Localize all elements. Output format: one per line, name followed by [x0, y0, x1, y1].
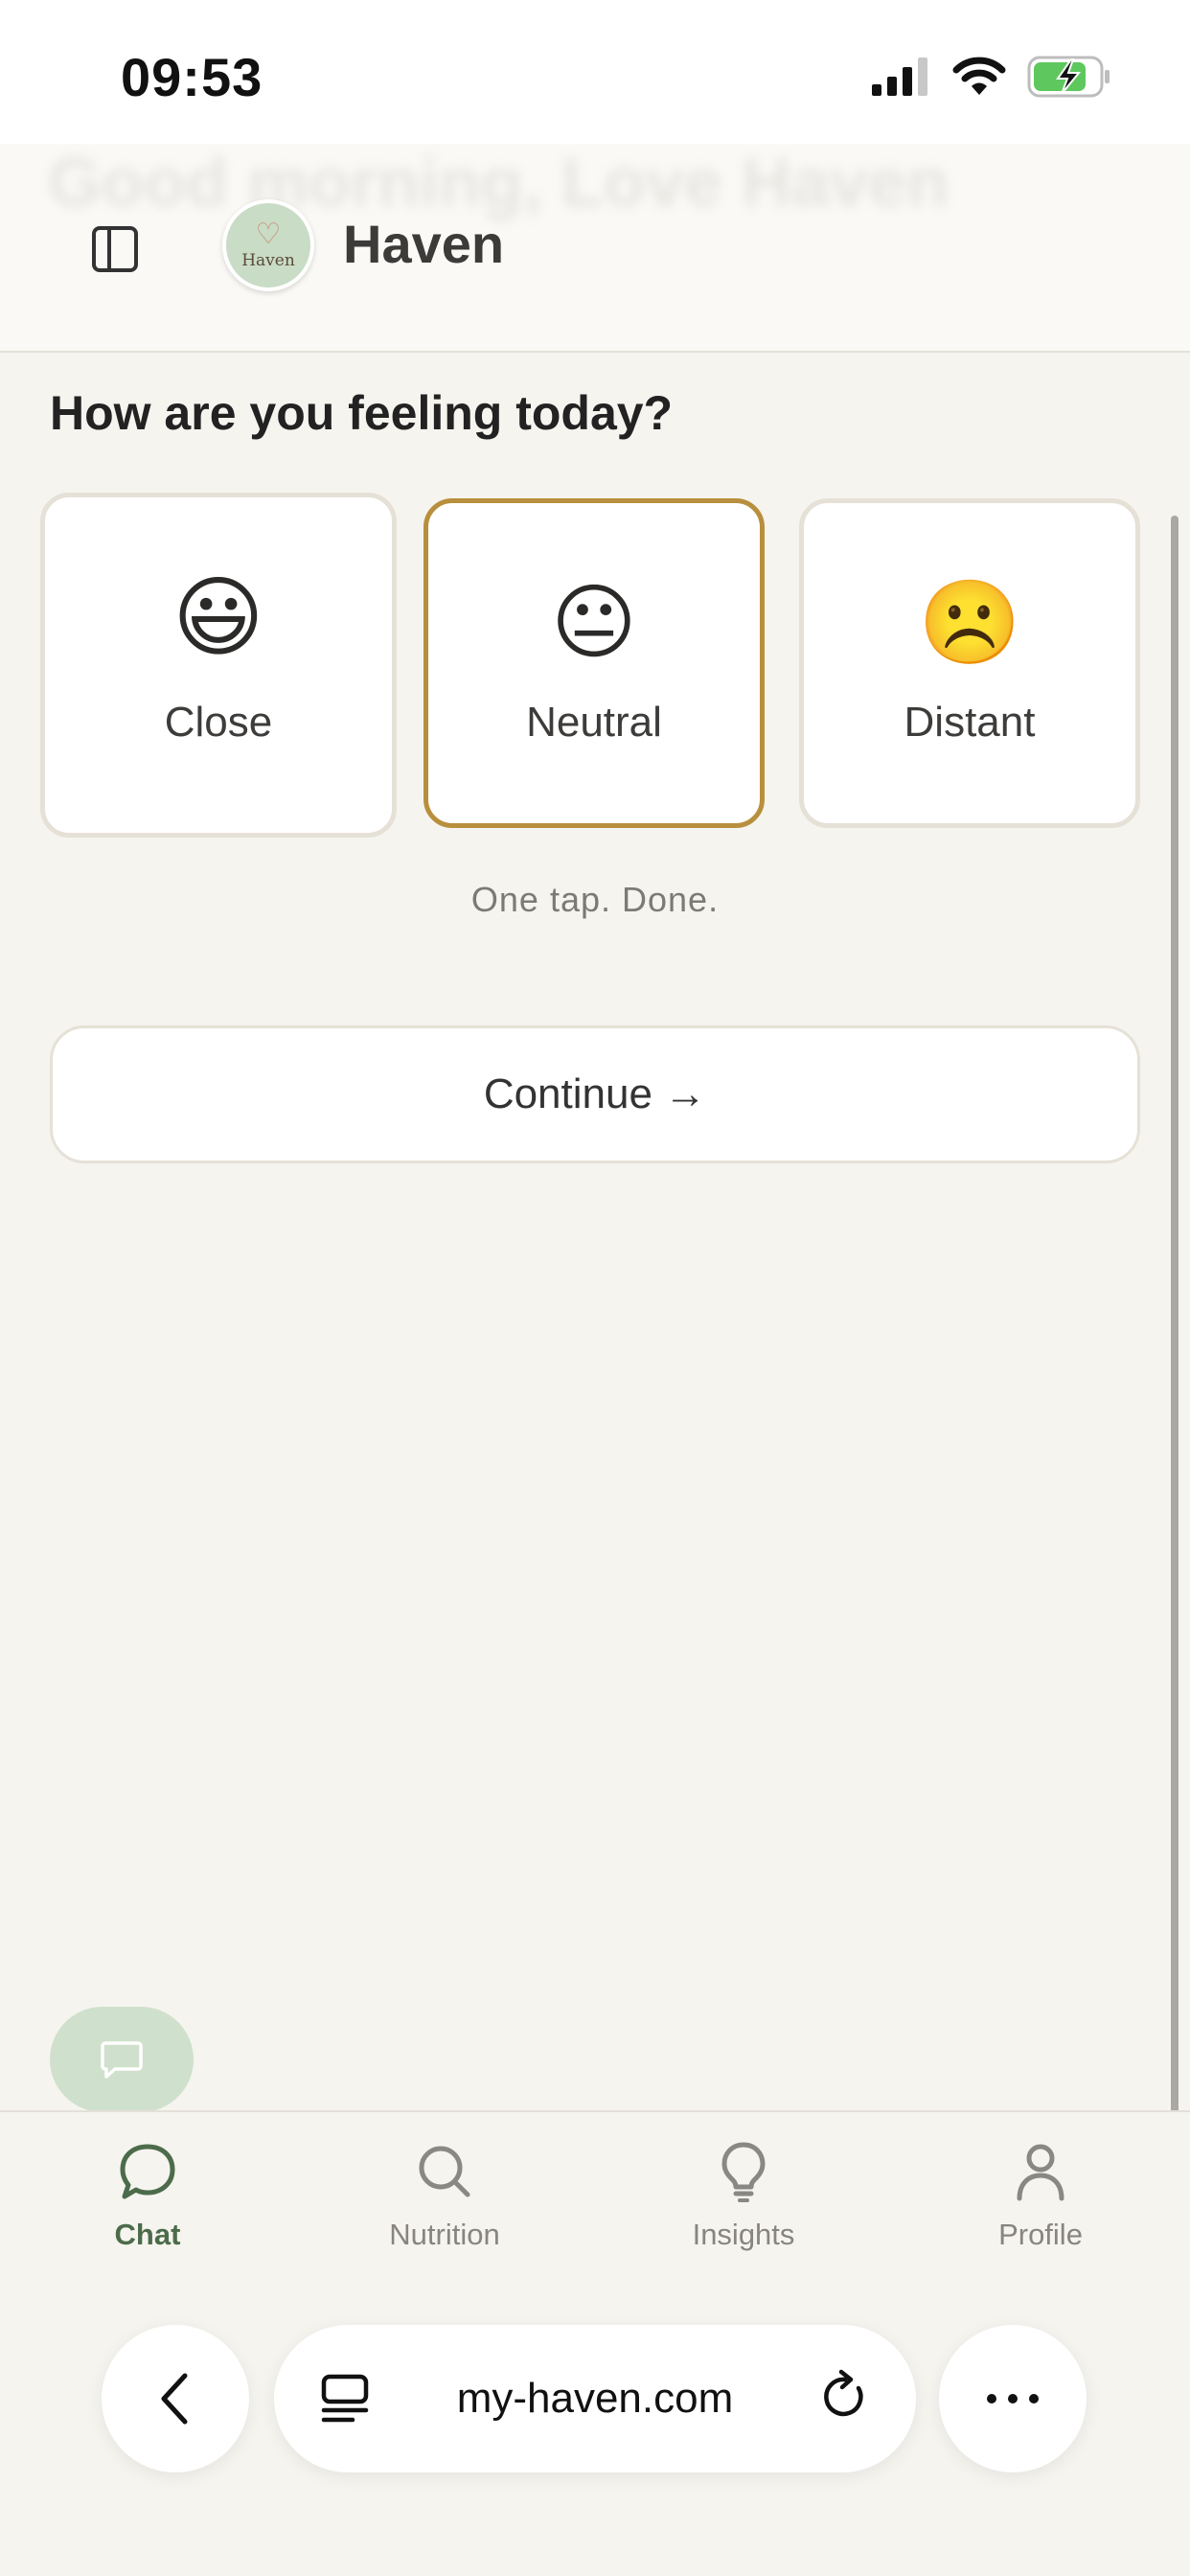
- scrollbar[interactable]: [1171, 516, 1179, 2336]
- chat-bubble-icon: [120, 2144, 175, 2199]
- grinning-face-icon: 😃: [172, 569, 264, 667]
- mood-hint: One tap. Done.: [470, 880, 720, 919]
- search-icon: [419, 2146, 470, 2197]
- more-icon: [987, 2394, 1039, 2404]
- nav-item-chat[interactable]: Chat: [42, 2141, 253, 2252]
- browser-toolbar: my-haven.com: [0, 2302, 1190, 2576]
- haven-logo: ♡ Haven: [222, 199, 314, 291]
- header-greeting-faded: Good morning, Love Haven: [48, 145, 950, 221]
- mood-question: How are you feeling today?: [50, 386, 674, 440]
- app-header: Good morning, Love Haven ♡ Haven Haven: [0, 144, 1190, 353]
- nav-item-insights[interactable]: Insights: [638, 2141, 849, 2252]
- nav-item-nutrition[interactable]: Nutrition: [339, 2141, 550, 2252]
- back-button[interactable]: [102, 2325, 249, 2472]
- mood-option-distant[interactable]: ☹️ Distant: [799, 498, 1140, 828]
- bottom-navigation: Chat Nutrition Insights Profile: [0, 2110, 1190, 2302]
- mood-option-close[interactable]: 😃 Close: [40, 493, 397, 838]
- chevron-left-icon: [161, 2373, 188, 2425]
- mood-label: Distant: [904, 699, 1036, 746]
- nav-label: Profile: [998, 2218, 1083, 2251]
- status-time: 09:53: [121, 47, 263, 107]
- battery-charging-icon: [1027, 56, 1110, 98]
- nav-label: Insights: [692, 2218, 795, 2251]
- status-bar: 09:53: [0, 0, 1190, 144]
- address-bar[interactable]: my-haven.com: [274, 2325, 916, 2472]
- nav-label: Nutrition: [389, 2218, 500, 2251]
- mood-label: Close: [164, 699, 273, 746]
- neutral-face-icon: 😐: [551, 577, 637, 669]
- continue-button[interactable]: Continue →: [50, 1025, 1140, 1163]
- mood-label: Neutral: [526, 699, 662, 746]
- reload-icon[interactable]: [816, 2369, 872, 2425]
- nav-label: Chat: [114, 2218, 181, 2251]
- frowning-face-icon: ☹️: [918, 577, 1021, 669]
- cellular-signal-icon: [872, 58, 927, 96]
- mood-option-neutral[interactable]: 😐 Neutral: [423, 498, 765, 828]
- person-icon: [1017, 2144, 1064, 2201]
- heart-icon: ♡: [255, 218, 282, 250]
- sidebar-toggle-icon[interactable]: [92, 226, 138, 272]
- app-title: Haven: [343, 214, 505, 274]
- message-icon: [101, 2041, 143, 2079]
- nav-item-profile[interactable]: Profile: [935, 2141, 1146, 2252]
- logo-text: Haven: [241, 251, 295, 270]
- more-options-button[interactable]: [939, 2325, 1087, 2472]
- lightbulb-icon: [721, 2142, 766, 2202]
- chat-fab-button[interactable]: [50, 2007, 194, 2112]
- status-icons: [872, 56, 1111, 98]
- wifi-icon: [952, 57, 1006, 95]
